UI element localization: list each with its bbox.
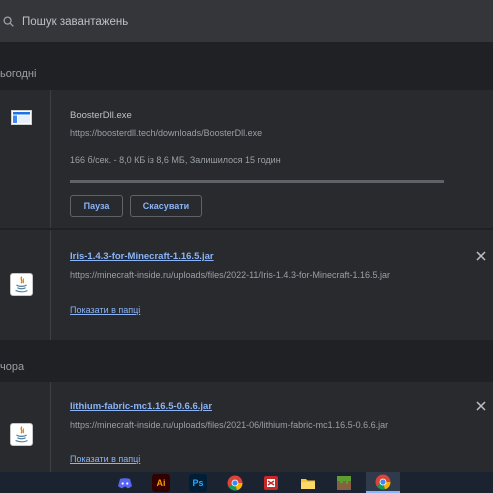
search-icon xyxy=(3,16,14,27)
search-input[interactable] xyxy=(22,10,482,34)
download-item-lithium: lithium-fabric-mc1.16.5-0.6.6.jar https:… xyxy=(0,382,493,472)
download-item-boosterdll: BoosterDll.exe https://boosterdll.tech/d… xyxy=(0,90,493,228)
section-today-label: ьогодні xyxy=(0,68,37,80)
card-divider xyxy=(50,382,51,472)
app-icon[interactable] xyxy=(262,474,280,492)
exe-window-icon xyxy=(11,110,32,125)
cancel-button[interactable]: Скасувати xyxy=(130,195,202,217)
show-in-folder-link[interactable]: Показати в папці xyxy=(70,305,140,315)
minecraft-icon[interactable] xyxy=(335,474,353,492)
download-url: https://minecraft-inside.ru/uploads/file… xyxy=(70,270,390,280)
download-url: https://boosterdll.tech/downloads/Booste… xyxy=(70,128,263,138)
download-item-iris: Iris-1.4.3-for-Minecraft-1.16.5.jar http… xyxy=(0,230,493,340)
java-icon xyxy=(10,273,33,296)
chrome-icon[interactable] xyxy=(226,474,244,492)
chrome-active-icon[interactable] xyxy=(366,472,400,493)
download-status: 166 б/сек. - 8,0 КБ із 8,6 МБ, Залишилос… xyxy=(70,155,281,165)
search-bar xyxy=(0,0,493,42)
download-progress-bar xyxy=(70,180,444,183)
download-filename-link[interactable]: Iris-1.4.3-for-Minecraft-1.16.5.jar xyxy=(70,251,214,262)
card-divider xyxy=(50,90,51,228)
illustrator-icon[interactable]: Ai xyxy=(152,474,170,492)
card-divider xyxy=(50,230,51,340)
section-yesterday-label: чора xyxy=(0,361,25,373)
close-icon[interactable] xyxy=(476,251,486,261)
discord-icon[interactable] xyxy=(116,474,134,492)
download-filename-link[interactable]: lithium-fabric-mc1.16.5-0.6.6.jar xyxy=(70,401,212,412)
show-in-folder-link[interactable]: Показати в папці xyxy=(70,454,140,464)
pause-button[interactable]: Пауза xyxy=(70,195,123,217)
explorer-icon[interactable] xyxy=(299,474,317,492)
close-icon[interactable] xyxy=(476,401,486,411)
java-icon xyxy=(10,423,33,446)
downloads-page: ьогодні BoosterDll.exe https://boosterdl… xyxy=(0,0,493,493)
download-filename: BoosterDll.exe xyxy=(70,110,132,121)
taskbar: Ai Ps xyxy=(0,472,493,493)
photoshop-icon[interactable]: Ps xyxy=(189,474,207,492)
download-url: https://minecraft-inside.ru/uploads/file… xyxy=(70,420,389,430)
